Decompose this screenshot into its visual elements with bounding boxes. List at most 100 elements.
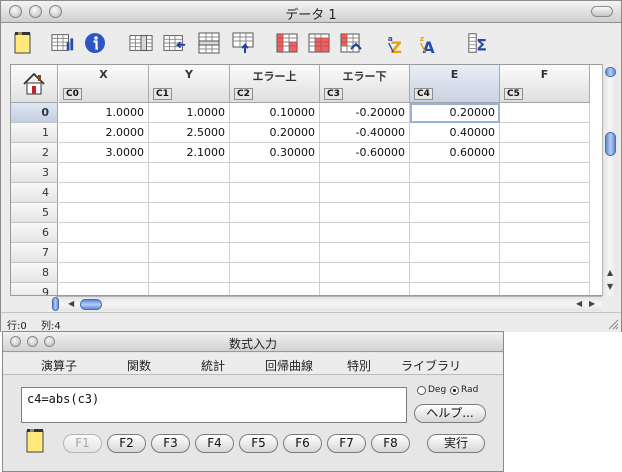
column-header[interactable]: E C4	[410, 65, 500, 103]
table-cell[interactable]: 0.30000	[230, 143, 320, 163]
table-cell[interactable]	[59, 243, 149, 263]
table-cell[interactable]	[230, 283, 320, 295]
insert-column-icon[interactable]	[129, 31, 153, 55]
table-cell[interactable]	[320, 203, 410, 223]
run-button[interactable]: 実行	[427, 434, 485, 453]
table-cell[interactable]	[320, 163, 410, 183]
table-cell[interactable]	[410, 183, 500, 203]
home-button[interactable]	[11, 65, 58, 103]
formula-menu-item[interactable]: 関数	[127, 357, 151, 374]
split-handle[interactable]	[52, 297, 59, 311]
delete-column-icon[interactable]	[163, 31, 187, 55]
table-cell[interactable]	[59, 183, 149, 203]
table-cell[interactable]	[410, 203, 500, 223]
table-cell[interactable]: 0.60000	[410, 143, 500, 163]
table-cell[interactable]: 0.20000	[410, 103, 500, 123]
table-cell[interactable]	[500, 143, 590, 163]
table-cell[interactable]	[500, 263, 590, 283]
table-cell[interactable]: -0.40000	[320, 123, 410, 143]
function-key-button[interactable]: F2	[107, 434, 146, 453]
table-cell[interactable]: 0.10000	[230, 103, 320, 123]
table-cell[interactable]: 1.0000	[149, 103, 230, 123]
row-header[interactable]: 2	[11, 143, 58, 163]
row-header[interactable]: 9	[11, 283, 58, 295]
scroll-right-icon[interactable]: ▶	[589, 299, 595, 308]
table-cell[interactable]	[320, 283, 410, 295]
deg-radio[interactable]: Deg	[417, 385, 446, 395]
grid-red-arrow-icon[interactable]	[339, 31, 363, 55]
resize-grip-icon[interactable]	[608, 319, 619, 330]
delete-row-icon[interactable]	[231, 31, 255, 55]
table-cell[interactable]	[230, 183, 320, 203]
table-cell[interactable]	[320, 263, 410, 283]
table-cell[interactable]	[410, 243, 500, 263]
scroll-left-icon[interactable]: ◀	[68, 299, 74, 308]
table-cell[interactable]	[500, 243, 590, 263]
scroll-up-icon[interactable]: ▲	[607, 268, 613, 277]
column-header[interactable]: Y C1	[149, 65, 230, 103]
table-cell[interactable]: -0.20000	[320, 103, 410, 123]
table-cell[interactable]	[149, 183, 230, 203]
function-key-button[interactable]: F1	[63, 434, 102, 453]
table-cell[interactable]	[149, 223, 230, 243]
function-key-button[interactable]: F5	[239, 434, 278, 453]
table-cell[interactable]	[500, 203, 590, 223]
table-cell[interactable]: 3.0000	[59, 143, 149, 163]
table-cell[interactable]: 2.1000	[149, 143, 230, 163]
info-icon[interactable]	[83, 31, 107, 55]
horizontal-scrollbar[interactable]: ◀ ◀ ▶	[56, 296, 602, 311]
table-cell[interactable]	[410, 263, 500, 283]
notepad-icon[interactable]	[11, 31, 35, 55]
function-key-button[interactable]: F8	[371, 434, 410, 453]
vertical-scrollbar[interactable]: ▲ ▼	[602, 64, 617, 296]
table-cell[interactable]: 2.0000	[59, 123, 149, 143]
toolbar-toggle-icon[interactable]	[591, 6, 613, 17]
formula-title-bar[interactable]: 数式入力	[3, 332, 503, 352]
table-cell[interactable]: -0.60000	[320, 143, 410, 163]
formula-menu-item[interactable]: 特別	[347, 357, 371, 374]
table-cell[interactable]: 1.0000	[59, 103, 149, 123]
formula-menu-item[interactable]: 統計	[201, 357, 225, 374]
formula-menu-item[interactable]: 回帰曲線	[265, 357, 313, 374]
table-cell[interactable]	[149, 163, 230, 183]
sum-icon[interactable]: Σ	[467, 31, 491, 55]
table-cell[interactable]	[230, 203, 320, 223]
table-cell[interactable]: 2.5000	[149, 123, 230, 143]
sort-descending-icon[interactable]: zA	[417, 31, 441, 55]
column-header[interactable]: X C0	[59, 65, 149, 103]
column-header[interactable]: エラー上 C2	[230, 65, 320, 103]
table-cell[interactable]	[230, 263, 320, 283]
formula-menu-item[interactable]: 演算子	[41, 357, 77, 374]
help-button[interactable]: ヘルプ...	[414, 404, 486, 423]
table-cell[interactable]	[500, 283, 590, 295]
scroll-left-end-icon[interactable]: ◀	[576, 299, 582, 308]
row-header[interactable]: 5	[11, 203, 58, 223]
table-cell[interactable]	[500, 183, 590, 203]
row-header[interactable]: 0	[11, 103, 58, 123]
sort-ascending-icon[interactable]: aZ	[385, 31, 409, 55]
row-header[interactable]: 4	[11, 183, 58, 203]
function-key-button[interactable]: F4	[195, 434, 234, 453]
table-cell[interactable]	[59, 283, 149, 295]
table-cell[interactable]	[59, 163, 149, 183]
table-cell[interactable]	[59, 203, 149, 223]
grid-red-fill-icon[interactable]	[307, 31, 331, 55]
table-cell[interactable]	[410, 283, 500, 295]
table-cell[interactable]	[500, 163, 590, 183]
table-cell[interactable]	[230, 243, 320, 263]
scroll-up-arrow-icon[interactable]	[605, 67, 616, 77]
column-header[interactable]: F C5	[500, 65, 590, 103]
formula-menu-item[interactable]: ライブラリ	[401, 357, 461, 374]
table-cell[interactable]	[59, 223, 149, 243]
table-cell[interactable]: 0.40000	[410, 123, 500, 143]
table-cell[interactable]	[320, 183, 410, 203]
rad-radio[interactable]: Rad	[450, 385, 478, 395]
table-cell[interactable]	[500, 223, 590, 243]
row-header[interactable]: 3	[11, 163, 58, 183]
row-header[interactable]: 1	[11, 123, 58, 143]
column-stats-icon[interactable]	[51, 31, 75, 55]
grid-red-icon[interactable]	[275, 31, 299, 55]
row-header[interactable]: 7	[11, 243, 58, 263]
table-cell[interactable]	[149, 203, 230, 223]
formula-input[interactable]: c4=abs(c3)	[21, 387, 407, 423]
